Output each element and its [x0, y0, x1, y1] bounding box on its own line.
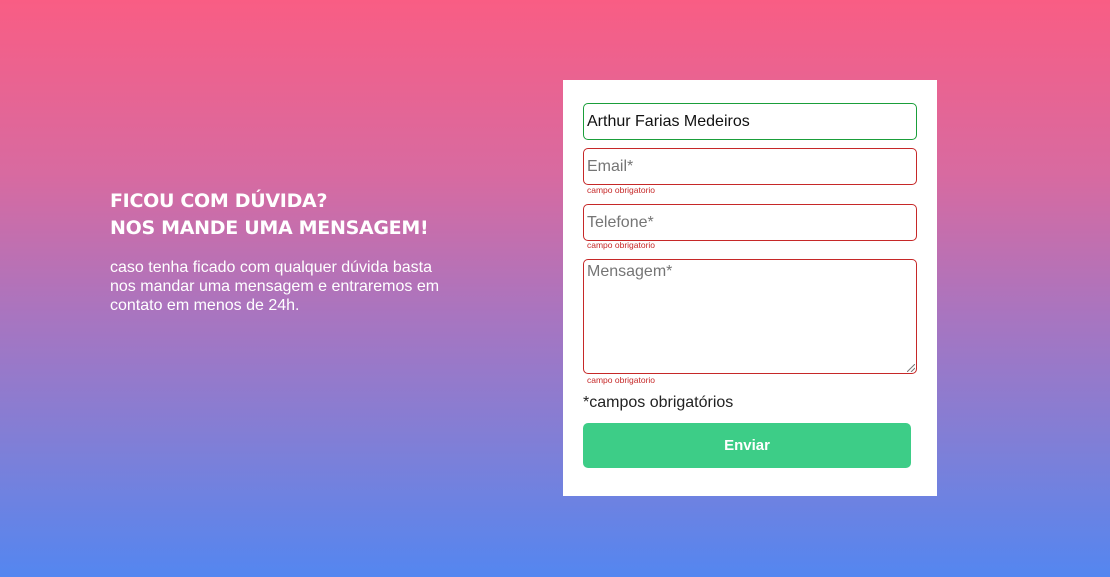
message-field[interactable] [583, 259, 917, 374]
title-line-2: NOS MANDE UMA MENSAGEM! [110, 217, 429, 239]
required-fields-note: *campos obrigatórios [583, 394, 734, 411]
email-field[interactable] [583, 148, 917, 185]
contact-intro: FICOU COM DÚVIDA? NOS MANDE UMA MENSAGEM… [110, 188, 470, 315]
name-field[interactable] [583, 103, 917, 140]
email-error: campo obrigatorio [587, 185, 656, 195]
phone-field[interactable] [583, 204, 917, 241]
page-title: FICOU COM DÚVIDA? NOS MANDE UMA MENSAGEM… [110, 188, 470, 242]
resize-grip-icon[interactable] [907, 364, 915, 372]
phone-error: campo obrigatorio [587, 240, 656, 250]
title-line-1: FICOU COM DÚVIDA? [110, 190, 328, 212]
submit-button[interactable]: Enviar [583, 423, 911, 468]
intro-description: caso tenha ficado com qualquer dúvida ba… [110, 259, 440, 314]
contact-form: campo obrigatorio campo obrigatorio camp… [563, 80, 937, 496]
message-error: campo obrigatorio [587, 375, 656, 385]
